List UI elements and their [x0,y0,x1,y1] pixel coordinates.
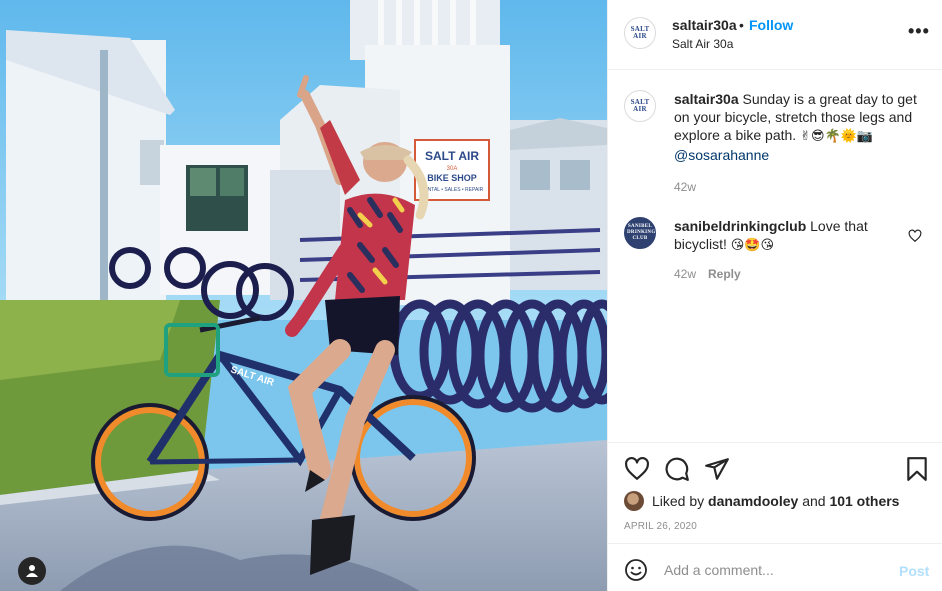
caption-mention-link[interactable]: @sosarahanne [674,147,769,163]
liker-username[interactable]: danamdooley [708,493,798,509]
comment-meta: 42w Reply [674,267,741,281]
avatar-logo-text: SALT AIR [630,98,650,113]
post-header: SALT AIR saltair30a • Follow Salt Air 30… [608,0,942,70]
photo-scene: SALT AIR 30A BIKE SHOP RENTAL • SALES • … [0,0,607,591]
caption-age[interactable]: 42w [674,180,696,194]
comment-icon[interactable] [664,456,690,482]
comment-item: SANIBEL DRINKING CLUB sanibeldrinkingclu… [624,217,929,287]
follow-button[interactable]: Follow [749,17,793,33]
avatar-logo-text: SANIBEL DRINKING CLUB [627,224,656,241]
comment-text-block: sanibeldrinkingclub Love that bicyclist!… [674,217,919,255]
comment-username[interactable]: sanibeldrinkingclub [674,218,806,234]
sign-sub: 30A [447,166,458,172]
likes-prefix: Liked by [652,493,705,509]
sign-services: RENTAL • SALES • REPAIR [421,187,484,193]
likes-mid: and [802,493,826,509]
post-date[interactable]: APRIL 26, 2020 [624,521,697,532]
caption-avatar[interactable]: SALT AIR [624,90,656,122]
user-icon [26,565,38,577]
smiley-icon[interactable] [624,558,648,582]
author-username[interactable]: saltair30a [672,17,737,33]
caption: SALT AIR saltair30a Sunday is a great da… [624,90,929,210]
caption-text-block: saltair30a Sunday is a great day to get … [674,90,919,164]
comment-like-heart-icon[interactable] [908,229,922,243]
likes-summary: Liked by danamdooley and 101 others [624,490,899,512]
add-comment-bar: Post [608,543,942,591]
comment-emojis: 😘🤩😘 [730,238,775,253]
avatar-logo-text: SALT AIR [630,25,650,40]
more-options-icon[interactable]: ••• [908,22,930,40]
comment-age[interactable]: 42w [674,267,696,281]
user-tags-button[interactable] [18,557,46,585]
likes-others-link[interactable]: 101 others [829,493,899,509]
caption-emojis: ✌😎🌴🌞📷 [800,129,874,144]
liker-avatar[interactable] [624,491,644,511]
author-avatar[interactable]: SALT AIR [624,17,656,49]
post-photo[interactable]: SALT AIR 30A BIKE SHOP RENTAL • SALES • … [0,0,607,591]
post-side-panel: SALT AIR saltair30a • Follow Salt Air 30… [607,0,942,591]
post-comment-button[interactable]: Post [899,563,929,579]
heart-icon[interactable] [624,456,650,482]
post-location[interactable]: Salt Air 30a [672,37,733,51]
separator-dot: • [739,17,744,33]
sign-title: SALT AIR [425,149,479,163]
caption-meta: 42w [674,180,696,194]
sign-shop: BIKE SHOP [427,173,477,183]
caption-username[interactable]: saltair30a [674,91,739,107]
paper-plane-icon[interactable] [704,456,730,482]
reply-button[interactable]: Reply [708,267,741,281]
comment-input[interactable] [664,556,884,584]
bookmark-icon[interactable] [904,456,930,482]
comments-list[interactable]: SALT AIR saltair30a Sunday is a great da… [608,71,942,441]
commenter-avatar[interactable]: SANIBEL DRINKING CLUB [624,217,656,249]
post-actions: Liked by danamdooley and 101 others APRI… [608,442,942,542]
